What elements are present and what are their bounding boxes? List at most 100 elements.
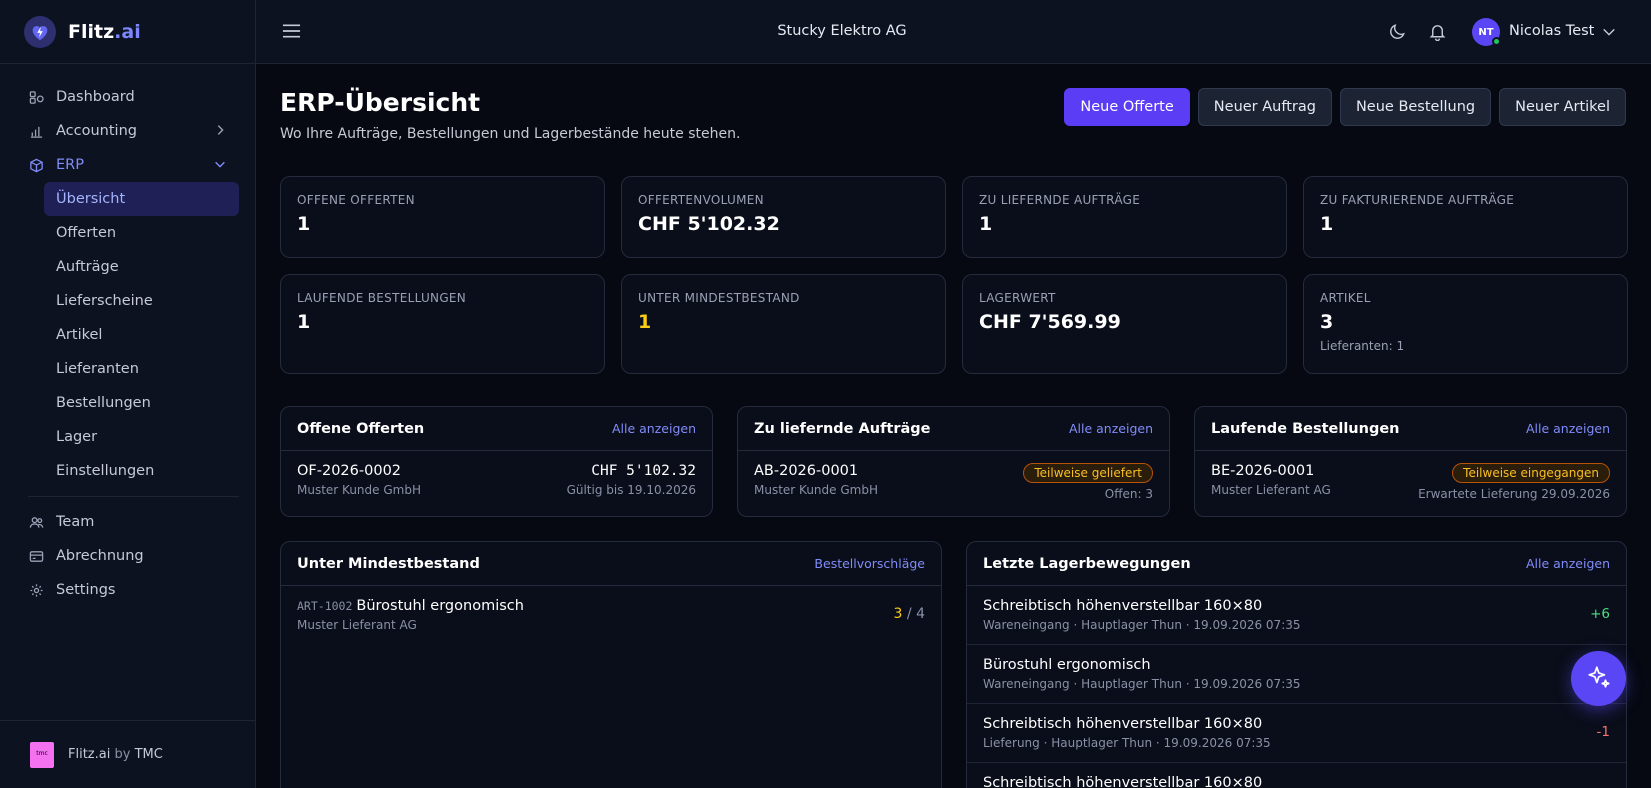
card-icon	[28, 548, 44, 564]
kpi-card: Offene Offerten 1	[280, 176, 605, 258]
below-min-stock-card: Unter Mindestbestand Bestellvorschläge A…	[280, 541, 942, 788]
chevron-right-icon	[213, 123, 227, 141]
list-item[interactable]: OF-2026-0002 Muster Kunde GmbH CHF 5'102…	[281, 451, 712, 509]
sidebar-nav: Dashboard Accounting ERP Übersicht Offer…	[0, 64, 255, 607]
status-badge: Teilweise eingegangen	[1452, 463, 1610, 483]
order-id: AB-2026-0001	[754, 463, 859, 479]
order-suggestions-link[interactable]: Bestellvorschläge	[814, 556, 925, 571]
brand-suffix: .ai	[114, 20, 141, 43]
sidebar-subitem-lieferanten[interactable]: Lieferanten	[44, 352, 239, 386]
kpi-card: Zu fakturierende Aufträge 1	[1303, 176, 1628, 258]
sidebar-subitem-bestellungen[interactable]: Bestellungen	[44, 386, 239, 420]
sidebar-footer: tmc Flitz.ai by TMC	[0, 720, 255, 788]
brand-logo-icon	[24, 15, 56, 48]
movement-delta: +6	[1590, 606, 1610, 622]
card-title: Laufende Bestellungen	[1211, 420, 1400, 437]
kpi-label: Lagerwert	[979, 291, 1056, 305]
kpi-label: Zu fakturierende Aufträge	[1320, 193, 1515, 207]
kpi-value: 1	[297, 311, 311, 333]
list-item[interactable]: Schreibtisch höhenverstellbar 160×80 Lie…	[967, 704, 1626, 763]
sidebar-item-label: Settings	[56, 582, 116, 598]
sidebar-subitem-uebersicht[interactable]: Übersicht	[44, 182, 239, 216]
movement-article: Schreibtisch höhenverstellbar 160×80	[983, 716, 1263, 732]
sidebar: Flitz.ai Dashboard Accounting ERP Übersi…	[0, 0, 256, 788]
article-supplier: Muster Lieferant AG	[297, 618, 417, 632]
purchase-order-id: BE-2026-0001	[1211, 463, 1315, 479]
moon-icon[interactable]	[1388, 22, 1407, 45]
kpi-card: Offertenvolumen CHF 5'102.32	[621, 176, 946, 258]
tmc-logo: tmc	[30, 741, 54, 768]
footer-by: by	[114, 747, 131, 762]
sparkles-icon	[1586, 664, 1612, 694]
card-title: Offene Offerten	[297, 420, 425, 437]
movement-meta: Lieferung · Hauptlager Thun · 19.09.2026…	[983, 736, 1271, 750]
sidebar-item-team[interactable]: Team	[0, 505, 255, 539]
main-content: ERP-Übersicht Wo Ihre Aufträge, Bestellu…	[256, 64, 1651, 788]
sidebar-subitem-artikel[interactable]: Artikel	[44, 318, 239, 352]
sidebar-item-abrechnung[interactable]: Abrechnung	[0, 539, 255, 573]
list-item[interactable]: ART-1002 Bürostuhl ergonomisch Muster Lie…	[281, 586, 941, 644]
tmc-logo-text: tmc	[36, 749, 48, 757]
list-item[interactable]: Bürostuhl ergonomisch Wareneingang · Hau…	[967, 645, 1626, 704]
sidebar-item-erp[interactable]: ERP	[0, 148, 255, 182]
offer-amount: CHF 5'102.32	[591, 463, 696, 479]
article-name: Bürostuhl ergonomisch	[356, 598, 524, 614]
brand[interactable]: Flitz.ai	[0, 0, 255, 64]
new-purchase-order-button[interactable]: Neue Bestellung	[1339, 88, 1492, 126]
show-all-link[interactable]: Alle anzeigen	[612, 421, 696, 436]
page-subtitle: Wo Ihre Aufträge, Bestellungen und Lager…	[280, 126, 741, 142]
sidebar-subitem-auftraege[interactable]: Aufträge	[44, 250, 239, 284]
movement-article: Schreibtisch höhenverstellbar 160×80	[983, 598, 1263, 614]
list-item[interactable]: AB-2026-0001 Muster Kunde GmbH Teilweise…	[738, 451, 1169, 513]
kpi-card: Laufende Bestellungen 1	[280, 274, 605, 374]
new-order-button[interactable]: Neuer Auftrag	[1197, 88, 1332, 126]
expected-delivery: Erwartete Lieferung 29.09.2026	[1418, 487, 1610, 501]
kpi-value: 1	[297, 213, 311, 235]
ai-assistant-button[interactable]	[1571, 651, 1626, 706]
show-all-link[interactable]: Alle anzeigen	[1526, 556, 1610, 571]
sidebar-subitem-einstellungen[interactable]: Einstellungen	[44, 454, 239, 488]
footer-credit: Flitz.ai by TMC	[68, 747, 163, 762]
sidebar-subitem-lager[interactable]: Lager	[44, 420, 239, 454]
sidebar-subitem-offerten[interactable]: Offerten	[44, 216, 239, 250]
card-title: Unter Mindestbestand	[297, 555, 480, 572]
purchase-order-supplier: Muster Lieferant AG	[1211, 483, 1331, 497]
footer-company: TMC	[134, 747, 163, 762]
kpi-note: Lieferanten: 1	[1320, 339, 1405, 353]
new-offer-button[interactable]: Neue Offerte	[1064, 88, 1190, 126]
show-all-link[interactable]: Alle anzeigen	[1526, 421, 1610, 436]
article-sku: ART-1002	[297, 599, 353, 613]
footer-app-name: Flitz.ai	[68, 747, 111, 762]
card-header: Letzte Lagerbewegungen Alle anzeigen	[967, 542, 1626, 586]
page-title: ERP-Übersicht	[280, 88, 481, 117]
card-header: Unter Mindestbestand Bestellvorschläge	[281, 542, 941, 586]
kpi-label: Unter Mindestbestand	[638, 291, 800, 305]
user-name[interactable]: Nicolas Test	[1509, 23, 1594, 39]
list-item[interactable]: BE-2026-0001 Muster Lieferant AG Teilwei…	[1195, 451, 1626, 513]
offer-customer: Muster Kunde GmbH	[297, 483, 421, 497]
movement-meta: Wareneingang · Hauptlager Thun · 19.09.2…	[983, 677, 1301, 691]
sidebar-item-settings[interactable]: Settings	[0, 573, 255, 607]
new-article-button[interactable]: Neuer Artikel	[1499, 88, 1626, 126]
chart-icon	[28, 123, 44, 139]
chevron-down-icon[interactable]	[1602, 26, 1616, 42]
kpi-value: 1	[1320, 213, 1334, 235]
show-all-link[interactable]: Alle anzeigen	[1069, 421, 1153, 436]
sidebar-divider	[28, 496, 239, 497]
sidebar-subitem-lieferscheine[interactable]: Lieferscheine	[44, 284, 239, 318]
stock-quantity: 3	[893, 606, 903, 622]
recent-stock-movements-card: Letzte Lagerbewegungen Alle anzeigen Sch…	[966, 541, 1627, 788]
chevron-down-icon	[213, 157, 227, 175]
card-title: Zu liefernde Aufträge	[754, 420, 931, 437]
list-item[interactable]: Schreibtisch höhenverstellbar 160×80 War…	[967, 586, 1626, 645]
sidebar-item-accounting[interactable]: Accounting	[0, 114, 255, 148]
card-header: Zu liefernde Aufträge Alle anzeigen	[738, 407, 1169, 451]
kpi-card: Unter Mindestbestand 1	[621, 274, 946, 374]
list-item[interactable]: Schreibtisch höhenverstellbar 160×80	[967, 763, 1626, 788]
sidebar-item-label: Accounting	[56, 123, 137, 139]
sidebar-item-dashboard[interactable]: Dashboard	[0, 80, 255, 114]
brand-name: Flitz.ai	[68, 21, 141, 43]
kpi-label: Zu liefernde Aufträge	[979, 193, 1141, 207]
bell-icon[interactable]	[1428, 22, 1447, 45]
online-status-dot	[1492, 37, 1501, 46]
